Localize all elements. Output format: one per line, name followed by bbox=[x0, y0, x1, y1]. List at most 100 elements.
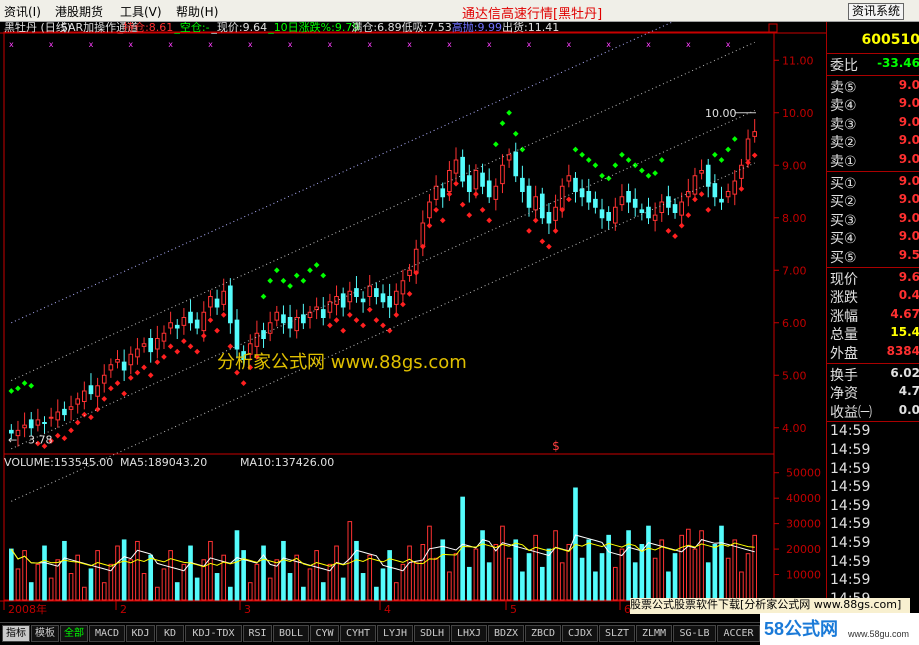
price-axis-label: 11.00 bbox=[782, 54, 814, 67]
tab-cjdx[interactable]: CJDX bbox=[562, 625, 598, 642]
candle-body bbox=[692, 175, 698, 195]
volume-bar bbox=[314, 550, 319, 601]
signal-marker: x bbox=[566, 40, 571, 49]
price-axis-label: 9.00 bbox=[782, 159, 807, 172]
candle-body bbox=[579, 188, 585, 198]
menu-info[interactable]: 资讯(I) bbox=[4, 3, 41, 20]
tick-time: 14:59 bbox=[827, 442, 919, 460]
news-system-button[interactable]: 资讯系统 bbox=[848, 3, 904, 20]
volume-bar bbox=[28, 582, 34, 601]
signal-marker: x bbox=[487, 40, 492, 49]
volume-ma10: MA10:137426.00 bbox=[240, 456, 334, 469]
candle-body bbox=[739, 164, 744, 179]
tab-lyjh[interactable]: LYJH bbox=[377, 625, 413, 642]
tab-zbcd[interactable]: ZBCD bbox=[525, 625, 561, 642]
volume-bar bbox=[393, 582, 399, 601]
tab-kd[interactable]: KD bbox=[156, 625, 184, 642]
volume-bar bbox=[447, 571, 452, 601]
candle-body bbox=[354, 288, 359, 297]
tab-macd[interactable]: MACD bbox=[89, 625, 125, 642]
candle-body bbox=[174, 324, 180, 329]
volume-bar bbox=[9, 548, 14, 601]
stat-row-1-value: 0.4 bbox=[898, 288, 919, 303]
tab-slzt[interactable]: SLZT bbox=[599, 625, 635, 642]
volume-bar bbox=[719, 525, 724, 601]
sell-row-5-label: 卖⑤ bbox=[830, 79, 857, 96]
dollar-marker: $ bbox=[552, 439, 560, 453]
candle-body bbox=[725, 191, 731, 198]
candle-body bbox=[135, 348, 140, 358]
download-banner[interactable]: 股票公式股票软件下载[分析家公式网 www.88gs.com] bbox=[630, 598, 910, 614]
tab-sdlh[interactable]: SDLH bbox=[414, 625, 450, 642]
stat-row-4-label: 外盘 bbox=[830, 346, 858, 362]
stat2-row-0-value: 6.02 bbox=[890, 365, 919, 380]
sell-row-1: 卖① 9.0 bbox=[827, 151, 919, 170]
volume-bar bbox=[546, 548, 552, 601]
tab-cyht[interactable]: CYHT bbox=[340, 625, 376, 642]
candle-body bbox=[274, 311, 280, 321]
tab-zlmm[interactable]: ZLMM bbox=[636, 625, 672, 642]
stat2-row-1-label: 净资 bbox=[830, 386, 858, 403]
candle-body bbox=[526, 185, 532, 208]
candle-body bbox=[413, 248, 419, 274]
tab-accer[interactable]: ACCER bbox=[717, 625, 760, 642]
volume-bar bbox=[128, 559, 134, 601]
volume-bar bbox=[347, 521, 353, 601]
volume-bar bbox=[440, 539, 446, 601]
volume-bar bbox=[666, 571, 671, 601]
tab-cyw[interactable]: CYW bbox=[310, 625, 339, 642]
tab-kdj[interactable]: KDJ bbox=[126, 625, 155, 642]
signal-marker: x bbox=[447, 40, 452, 49]
volume-bar bbox=[493, 544, 499, 601]
tab-lhxj[interactable]: LHXJ bbox=[451, 625, 487, 642]
tab-kdj-tdx[interactable]: KDJ-TDX bbox=[185, 625, 242, 642]
candle-body bbox=[493, 185, 499, 200]
volume-bar bbox=[95, 550, 100, 601]
candle-body bbox=[168, 322, 173, 329]
tab-模板[interactable]: 模板 bbox=[31, 625, 59, 642]
tab-全部[interactable]: 全部 bbox=[60, 625, 88, 642]
volume-bar bbox=[725, 557, 731, 601]
volume-bar bbox=[752, 534, 758, 601]
candle-body bbox=[121, 361, 127, 371]
sell-row-3: 卖③ 9.0 bbox=[827, 114, 919, 133]
sell-row-2-value: 9.0 bbox=[898, 133, 919, 148]
candle-body bbox=[646, 206, 651, 219]
buy-row-4-label: 买④ bbox=[830, 231, 857, 248]
candle-body bbox=[666, 196, 671, 208]
candle-body bbox=[68, 406, 74, 410]
tab-sg-lb[interactable]: SG-LB bbox=[673, 625, 716, 642]
stat2-row-2-label: 收益㈠ bbox=[830, 404, 872, 421]
menu-help[interactable]: 帮助(H) bbox=[176, 3, 218, 20]
signal-marker: x bbox=[606, 40, 611, 49]
volume-bar bbox=[632, 562, 638, 601]
menu-tools[interactable]: 工具(V) bbox=[120, 3, 162, 20]
candle-body bbox=[374, 288, 379, 297]
signal-marker: x bbox=[9, 40, 14, 49]
candle-body bbox=[380, 293, 386, 303]
candle-body bbox=[566, 175, 572, 182]
signal-marker: x bbox=[646, 40, 651, 49]
price-axis-label: 7.00 bbox=[782, 264, 807, 277]
menu-hk-futures[interactable]: 港股期货 bbox=[55, 3, 103, 20]
watermark: 分析家公式网 www.88gs.com bbox=[217, 352, 467, 373]
volume-bar bbox=[247, 582, 253, 601]
kline-chart[interactable]: 11.00 10.00 9.00 8.00 7.00 6.00 5.00 4.00 50000 4… bbox=[0, 22, 919, 622]
volume-bar bbox=[228, 586, 233, 601]
candle-body bbox=[320, 309, 326, 318]
volume-bar bbox=[148, 554, 154, 601]
candle-body bbox=[42, 422, 47, 424]
candle-body bbox=[148, 338, 154, 353]
volume-bar bbox=[427, 525, 432, 601]
volume-bar bbox=[367, 554, 373, 601]
tab-指标[interactable]: 指标 bbox=[2, 625, 30, 642]
volume-bar bbox=[599, 553, 605, 601]
volume-bar bbox=[374, 586, 379, 601]
tab-boll[interactable]: BOLL bbox=[273, 625, 309, 642]
volume-bar bbox=[659, 539, 665, 601]
tab-rsi[interactable]: RSI bbox=[243, 625, 272, 642]
tab-bdzx[interactable]: BDZX bbox=[488, 625, 524, 642]
volume-bar bbox=[320, 582, 326, 601]
buy-row-2: 买② 9.0 bbox=[827, 191, 919, 210]
volume-bar bbox=[267, 577, 273, 601]
